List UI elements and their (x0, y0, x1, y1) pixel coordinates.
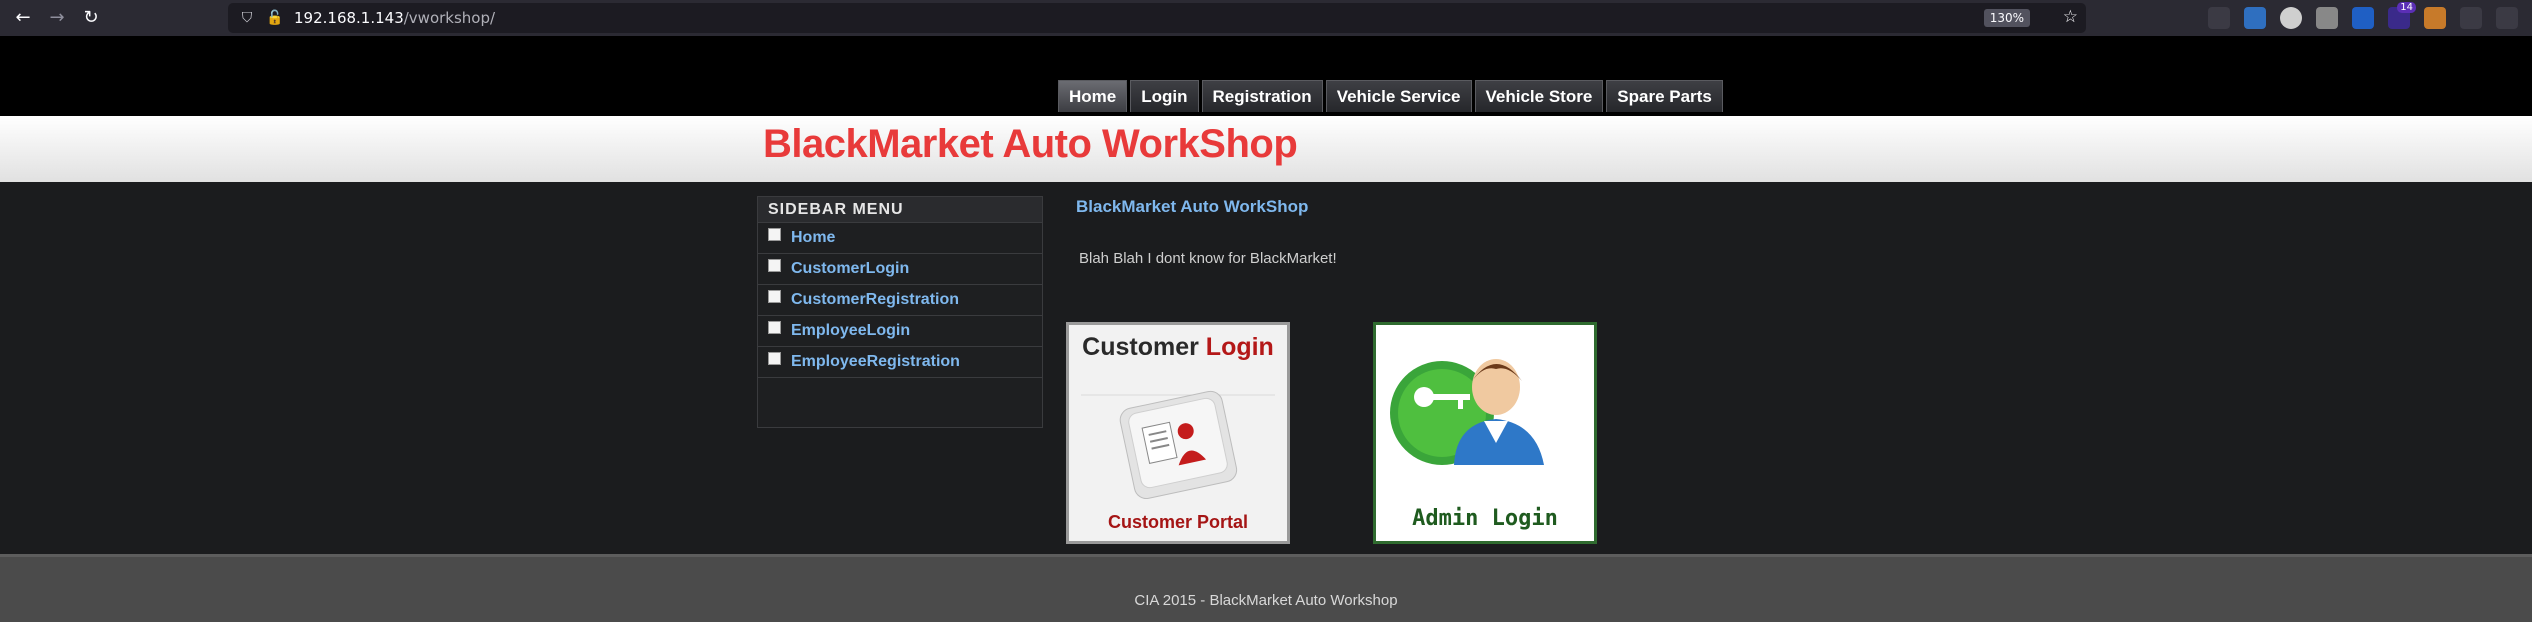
admin-login-card[interactable]: Admin Login (1373, 322, 1597, 544)
web-page: Home Login Registration Vehicle Service … (0, 36, 2532, 622)
content-text: Blah Blah I dont know for BlackMarket! (1079, 250, 1337, 267)
hamburger-menu-icon[interactable] (2496, 7, 2518, 29)
puzzle-icon[interactable] (2460, 7, 2482, 29)
content-title: BlackMarket Auto WorkShop (1076, 197, 1309, 216)
extension-icons: 14 (2208, 2, 2532, 29)
bullet-icon (768, 289, 781, 303)
sidebar-item-home[interactable]: Home (758, 223, 1042, 254)
sidebar-heading: SIDEBAR MENU (758, 197, 1042, 223)
browser-toolbar: ← → ↻ ⛉ 🔓 192.168.1.143/vworkshop/ 130% … (0, 0, 2532, 36)
nav-login[interactable]: Login (1130, 80, 1199, 112)
footer-text: CIA 2015 - BlackMarket Auto Workshop (1134, 592, 1398, 609)
extension-icon[interactable] (2280, 7, 2302, 29)
bullet-icon (768, 258, 781, 272)
customer-login-card[interactable]: Customer Login Customer Portal (1066, 322, 1290, 544)
site-header: BlackMarket Auto WorkShop (0, 116, 2532, 182)
shield-extension-icon[interactable] (2352, 7, 2374, 29)
reload-icon[interactable]: ↻ (80, 7, 102, 29)
nav-registration[interactable]: Registration (1201, 80, 1323, 112)
footer: CIA 2015 - BlackMarket Auto Workshop (0, 554, 2532, 622)
sidebar: SIDEBAR MENU Home CustomerLogin Customer… (757, 196, 1043, 428)
shield-icon[interactable]: ⛉ (238, 9, 256, 27)
sidebar-link[interactable]: Home (791, 229, 835, 247)
sidebar-link[interactable]: EmployeeLogin (791, 322, 910, 340)
glasses-icon[interactable] (2316, 7, 2338, 29)
lock-icon[interactable]: 🔓 (266, 9, 284, 27)
sidebar-link[interactable]: CustomerLogin (791, 260, 909, 278)
bullet-icon (768, 320, 781, 334)
extension-badge: 14 (2397, 2, 2416, 13)
site-title: BlackMarket Auto WorkShop (763, 122, 1298, 166)
sidebar-item-employee-login[interactable]: EmployeeLogin (758, 316, 1042, 347)
nav-home[interactable]: Home (1058, 80, 1128, 112)
top-band: Home Login Registration Vehicle Service … (0, 36, 2532, 116)
fox-extension-icon[interactable] (2424, 7, 2446, 29)
nav-vehicle-store[interactable]: Vehicle Store (1474, 80, 1604, 112)
sidebar-item-employee-registration[interactable]: EmployeeRegistration (758, 347, 1042, 378)
admin-card-label: Admin Login (1412, 506, 1558, 531)
url-host: 192.168.1.143 (294, 9, 404, 27)
address-bar[interactable]: ⛉ 🔓 192.168.1.143/vworkshop/ 130% ☆ (228, 3, 2086, 33)
download-icon[interactable] (2244, 7, 2266, 29)
main-nav: Home Login Registration Vehicle Service … (1058, 80, 1726, 112)
bookmark-star-icon[interactable]: ☆ (2063, 7, 2078, 27)
sidebar-item-customer-registration[interactable]: CustomerRegistration (758, 285, 1042, 316)
url-path: /vworkshop/ (403, 9, 496, 27)
sidebar-item-customer-login[interactable]: CustomerLogin (758, 254, 1042, 285)
sidebar-link[interactable]: CustomerRegistration (791, 291, 959, 309)
nav-spare-parts[interactable]: Spare Parts (1606, 80, 1723, 112)
pocket-icon[interactable] (2208, 7, 2230, 29)
bullet-icon (768, 351, 781, 365)
customer-card-subtitle: Customer Portal (1107, 512, 1249, 532)
back-arrow-icon[interactable]: ← (12, 7, 34, 29)
keyboard-key-icon (1081, 390, 1275, 500)
sidebar-link[interactable]: EmployeeRegistration (791, 353, 960, 371)
nav-vehicle-service[interactable]: Vehicle Service (1325, 80, 1472, 112)
url-text[interactable]: 192.168.1.143/vworkshop/ (294, 9, 495, 27)
badge-extension-icon[interactable]: 14 (2388, 2, 2416, 29)
bullet-icon (768, 227, 781, 241)
forward-arrow-icon[interactable]: → (46, 7, 68, 29)
zoom-level[interactable]: 130% (1983, 9, 2030, 27)
